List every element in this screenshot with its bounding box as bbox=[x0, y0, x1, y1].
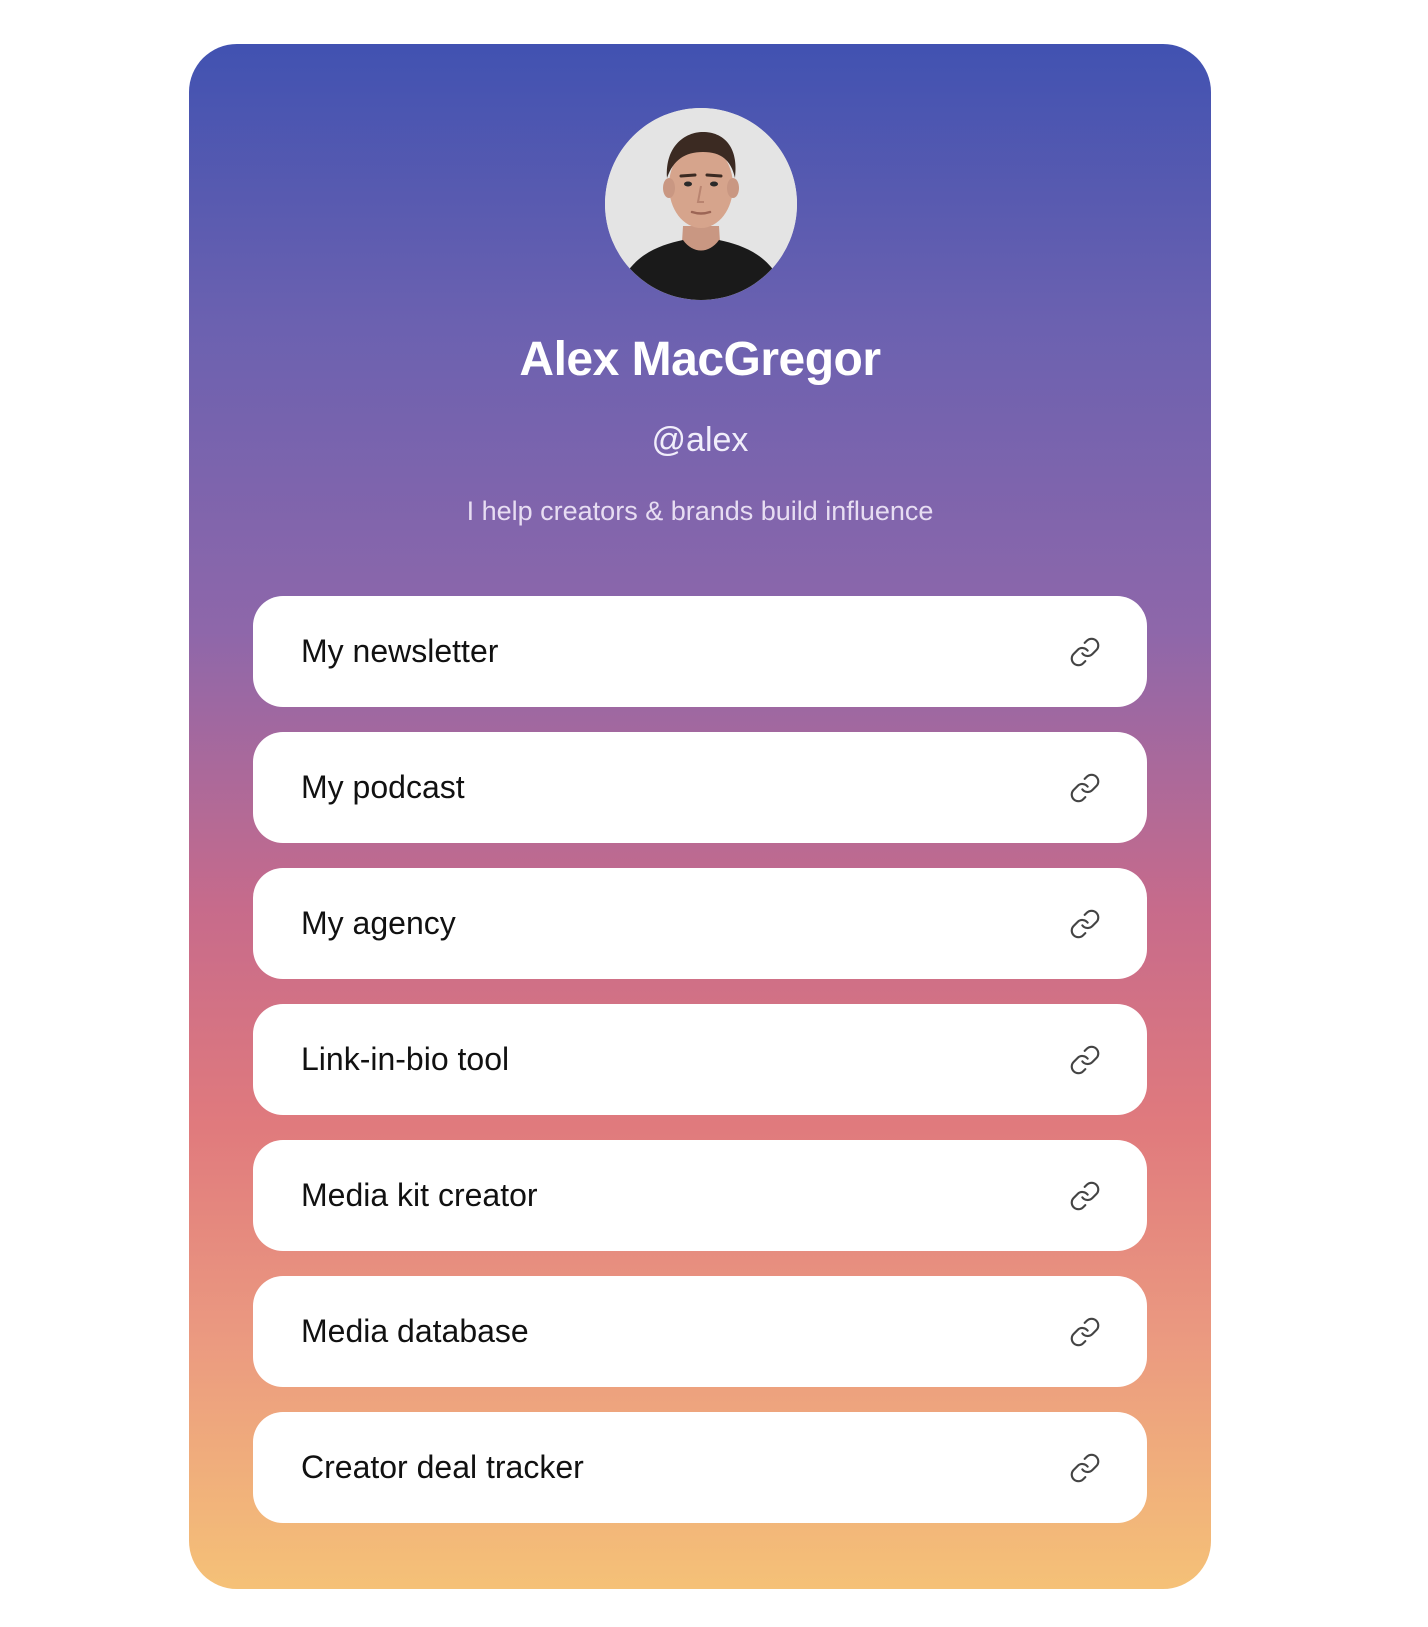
link-icon bbox=[1070, 1181, 1100, 1211]
link-icon bbox=[1070, 1045, 1100, 1075]
link-label: Media kit creator bbox=[301, 1177, 538, 1213]
profile-bio: I help creators & brands build influence bbox=[466, 496, 934, 526]
link-list: My newsletter My podcast My agency Link-… bbox=[253, 596, 1147, 1548]
link-label: Link-in-bio tool bbox=[301, 1041, 510, 1077]
profile-name: Alex MacGregor bbox=[519, 333, 881, 386]
link-button-creator-deal-tracker[interactable]: Creator deal tracker bbox=[253, 1412, 1147, 1523]
link-label: Creator deal tracker bbox=[301, 1449, 584, 1485]
link-button-link-in-bio-tool[interactable]: Link-in-bio tool bbox=[253, 1004, 1147, 1115]
link-icon bbox=[1070, 1453, 1100, 1483]
avatar-photo bbox=[605, 108, 797, 300]
link-button-media-database[interactable]: Media database bbox=[253, 1276, 1147, 1387]
profile-card: Alex MacGregor @alex I help creators & b… bbox=[189, 44, 1211, 1589]
link-icon bbox=[1070, 1317, 1100, 1347]
link-icon bbox=[1070, 773, 1100, 803]
link-button-newsletter[interactable]: My newsletter bbox=[253, 596, 1147, 707]
link-label: My newsletter bbox=[301, 633, 499, 669]
avatar bbox=[605, 108, 797, 300]
link-label: My podcast bbox=[301, 769, 465, 805]
link-button-podcast[interactable]: My podcast bbox=[253, 732, 1147, 843]
link-button-agency[interactable]: My agency bbox=[253, 868, 1147, 979]
link-icon bbox=[1070, 637, 1100, 667]
link-icon bbox=[1070, 909, 1100, 939]
link-label: Media database bbox=[301, 1313, 529, 1349]
profile-handle: @alex bbox=[651, 421, 749, 459]
link-button-media-kit-creator[interactable]: Media kit creator bbox=[253, 1140, 1147, 1251]
link-label: My agency bbox=[301, 905, 456, 941]
